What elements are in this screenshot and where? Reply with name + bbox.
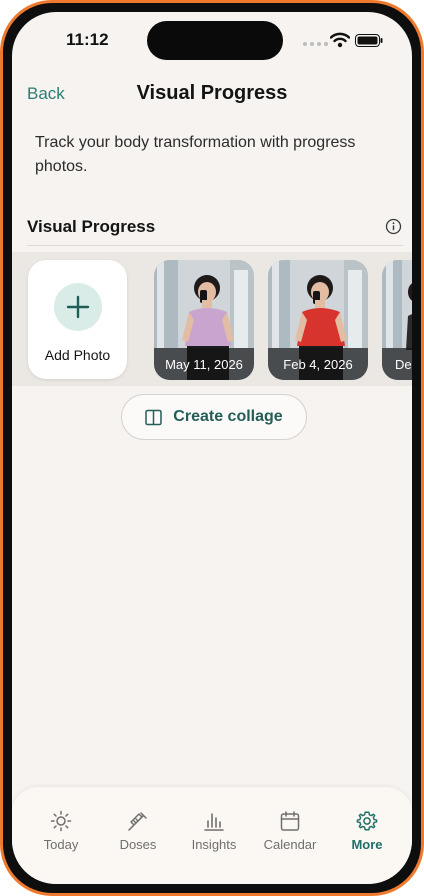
tab-bar: Today Doses Insights Calendar More bbox=[12, 787, 412, 884]
page-description: Track your body transformation with prog… bbox=[35, 134, 356, 175]
page-title: Visual Progress bbox=[136, 82, 288, 104]
tab-label: Doses bbox=[119, 837, 157, 852]
gear-icon bbox=[356, 811, 378, 831]
tab-label: Today bbox=[43, 837, 79, 852]
photo-strip[interactable]: Add Photo May 11, 2026 Feb 4, 2026 De bbox=[12, 252, 412, 386]
dynamic-island bbox=[147, 21, 283, 60]
tab-label: Insights bbox=[191, 837, 237, 852]
tab-calendar[interactable]: Calendar bbox=[252, 810, 328, 852]
progress-photo[interactable]: May 11, 2026 bbox=[154, 260, 254, 380]
plus-icon bbox=[66, 295, 90, 319]
collage-icon bbox=[145, 409, 163, 425]
tab-doses[interactable]: Doses bbox=[100, 810, 176, 852]
tab-label: Calendar bbox=[263, 837, 317, 852]
photo-date: Dec bbox=[382, 348, 412, 380]
progress-photo[interactable]: Dec bbox=[382, 260, 412, 380]
sun-icon bbox=[50, 810, 72, 832]
add-photo-circle bbox=[54, 283, 102, 331]
tab-today[interactable]: Today bbox=[23, 810, 99, 852]
app-screen: 11:12 Back Visual Progress Track your bo… bbox=[12, 12, 412, 884]
photo-date: May 11, 2026 bbox=[154, 348, 254, 380]
cellular-signal-icon bbox=[303, 42, 328, 46]
create-collage-button[interactable]: Create collage bbox=[121, 394, 307, 440]
create-collage-label: Create collage bbox=[173, 408, 283, 425]
bar-chart-icon bbox=[204, 813, 224, 831]
photo-date: Feb 4, 2026 bbox=[268, 348, 368, 380]
add-photo-label: Add Photo bbox=[44, 347, 111, 363]
tab-more[interactable]: More bbox=[329, 810, 405, 852]
battery-icon bbox=[355, 34, 383, 47]
tab-insights[interactable]: Insights bbox=[176, 810, 252, 852]
progress-photo[interactable]: Feb 4, 2026 bbox=[268, 260, 368, 380]
syringe-icon bbox=[128, 812, 147, 831]
calendar-icon bbox=[280, 811, 300, 831]
section-title: Visual Progress bbox=[27, 217, 156, 236]
section-divider bbox=[27, 245, 403, 246]
wifi-icon bbox=[330, 32, 350, 48]
add-photo-button[interactable]: Add Photo bbox=[28, 260, 127, 379]
status-time: 11:12 bbox=[66, 30, 109, 49]
tab-label: More bbox=[351, 837, 383, 852]
phone-frame: 11:12 Back Visual Progress Track your bo… bbox=[0, 0, 424, 896]
info-icon[interactable] bbox=[385, 218, 402, 235]
